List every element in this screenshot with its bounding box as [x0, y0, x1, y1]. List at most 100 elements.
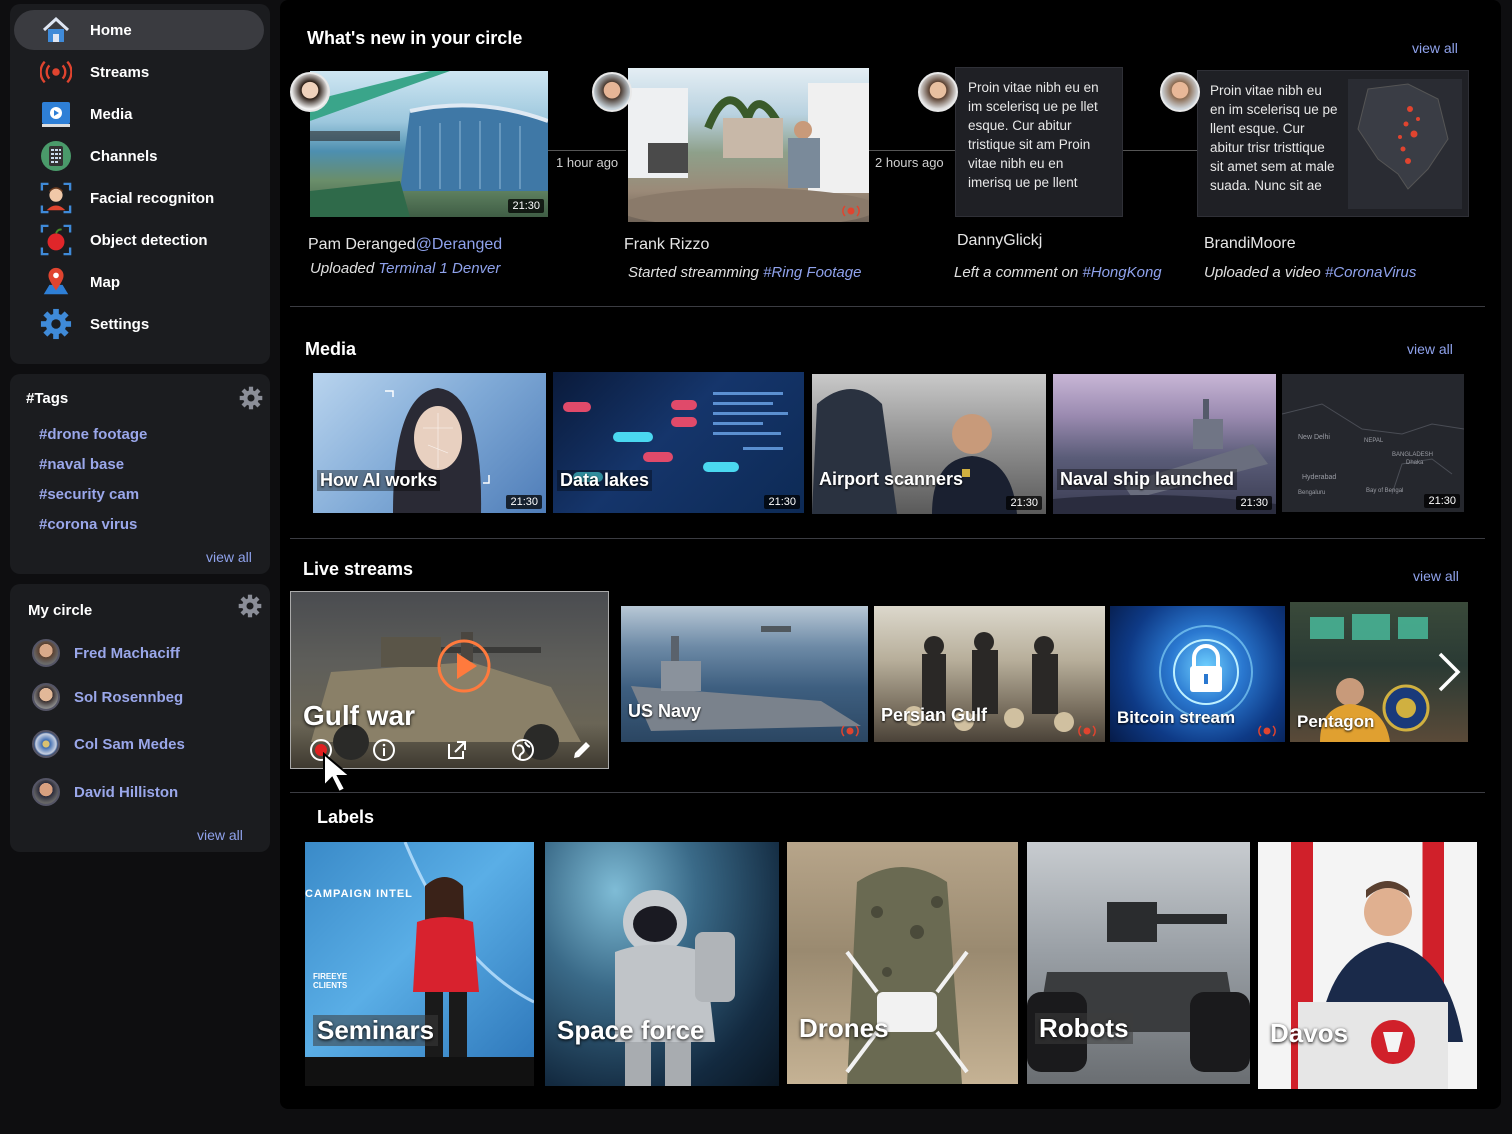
- map-pin-icon: [40, 266, 72, 298]
- nav-label: Map: [90, 273, 120, 291]
- activity-view-all-link[interactable]: view all: [1412, 40, 1458, 56]
- circle-view-all-link[interactable]: view all: [197, 827, 243, 843]
- info-icon[interactable]: [371, 737, 397, 763]
- activity-user-name[interactable]: Frank Rizzo: [624, 236, 709, 254]
- activity-target-link[interactable]: #CoronaVirus: [1325, 264, 1416, 281]
- avatar: [32, 778, 60, 806]
- activity-user-name[interactable]: BrandiMoore: [1204, 235, 1296, 253]
- labels-section-title: Labels: [317, 807, 375, 827]
- activity-description: Started streamming #Ring Footage: [628, 264, 862, 281]
- featured-live-stream[interactable]: Gulf war: [290, 591, 609, 769]
- time-ago: 1 hour ago: [556, 155, 619, 170]
- label-title: Drones: [799, 1013, 889, 1043]
- activity-description: Uploaded a video #CoronaVirus: [1204, 264, 1417, 281]
- video-duration: 21:30: [508, 199, 544, 213]
- activity-thumbnail-ring-footage[interactable]: [628, 68, 869, 222]
- label-card[interactable]: CAMPAIGN INTEL FIREEYE CLIENTS Seminars: [305, 842, 534, 1086]
- live-section-title: Live streams: [303, 559, 414, 579]
- activity-section-title: What's new in your circle: [307, 28, 523, 48]
- activity-description: Uploaded Terminal 1 Denver: [310, 260, 501, 277]
- home-icon: [40, 14, 72, 46]
- tag-link[interactable]: #corona virus: [39, 516, 137, 533]
- avatar[interactable]: [918, 72, 958, 112]
- media-card-map[interactable]: New Delhi NEPAL Hyderabad BANGLADESH Dha…: [1282, 374, 1464, 512]
- label-card[interactable]: Drones: [787, 842, 1018, 1084]
- circle-member[interactable]: Fred Machaciff: [32, 638, 180, 668]
- activity-target-link[interactable]: #Ring Footage: [763, 264, 861, 281]
- nav-streams[interactable]: Streams: [14, 52, 264, 92]
- label-card[interactable]: Davos: [1258, 842, 1477, 1089]
- live-stream-title: US Navy: [628, 701, 702, 721]
- map-thumbnail[interactable]: [1348, 79, 1462, 209]
- map-label: NEPAL: [1364, 438, 1384, 444]
- tag-link[interactable]: #security cam: [39, 486, 139, 503]
- live-stream-title: Pentagon: [1297, 712, 1375, 731]
- gear-icon: [40, 308, 72, 340]
- circle-member[interactable]: David Hilliston: [32, 777, 178, 807]
- activity-user-name[interactable]: DannyGlickj: [957, 232, 1042, 250]
- live-stream-card[interactable]: Bitcoin stream: [1110, 606, 1285, 742]
- nav-channels[interactable]: Channels: [14, 136, 264, 176]
- edit-pencil-icon[interactable]: [569, 737, 595, 763]
- media-title: Naval ship launched: [1057, 469, 1238, 490]
- live-stream-card[interactable]: Persian Gulf: [874, 606, 1105, 742]
- media-card[interactable]: How AI works 21:30: [313, 373, 546, 513]
- avatar[interactable]: [1160, 72, 1200, 112]
- nav-map[interactable]: Map: [14, 262, 264, 302]
- circle-member[interactable]: Sol Rosennbeg: [32, 682, 183, 712]
- avatar[interactable]: [592, 72, 632, 112]
- member-name: Fred Machaciff: [74, 644, 180, 662]
- section-divider: [290, 306, 1485, 307]
- media-card[interactable]: Data lakes 21:30: [553, 372, 804, 513]
- media-card[interactable]: Naval ship launched 21:30: [1053, 374, 1276, 514]
- label-card[interactable]: Space force: [545, 842, 779, 1086]
- tag-link[interactable]: #naval base: [39, 456, 124, 473]
- live-stream-card[interactable]: US Navy: [621, 606, 868, 742]
- tags-title: #Tags: [26, 390, 69, 407]
- media-title: How AI works: [317, 470, 441, 491]
- avatar: [32, 683, 60, 711]
- channels-icon: [40, 140, 72, 172]
- open-external-icon[interactable]: [444, 737, 470, 763]
- map-label: Hyderabad: [1302, 474, 1337, 481]
- play-icon[interactable]: [436, 638, 492, 694]
- nav-settings[interactable]: Settings: [14, 304, 264, 344]
- mouse-cursor-icon: [323, 752, 353, 794]
- live-stream-title: Persian Gulf: [881, 705, 988, 725]
- media-card[interactable]: Airport scanners 21:30: [812, 374, 1046, 514]
- live-view-all-link[interactable]: view all: [1413, 568, 1459, 584]
- globe-icon[interactable]: [510, 737, 536, 763]
- avatar[interactable]: [290, 72, 330, 112]
- tags-settings-gear-icon[interactable]: [239, 386, 263, 410]
- nav-label: Media: [90, 105, 133, 123]
- nav-media[interactable]: Media: [14, 94, 264, 134]
- tag-link[interactable]: #drone footage: [39, 426, 147, 443]
- media-title: Airport scanners: [819, 469, 964, 489]
- nav-object-detection[interactable]: Object detection: [14, 220, 264, 260]
- media-section-title: Media: [305, 339, 357, 359]
- label-card[interactable]: Robots: [1027, 842, 1250, 1084]
- avatar: [32, 730, 60, 758]
- nav-home[interactable]: Home: [14, 10, 264, 50]
- timeline-connector: [548, 150, 626, 151]
- seminar-banner-text: CAMPAIGN INTEL: [305, 888, 413, 900]
- activity-target-link[interactable]: #HongKong: [1082, 264, 1161, 281]
- label-title: Space force: [557, 1015, 705, 1045]
- label-title: Seminars: [313, 1015, 439, 1046]
- broadcast-icon: [40, 56, 72, 88]
- nav-label: Home: [90, 21, 132, 39]
- video-duration: 21:30: [1236, 496, 1272, 510]
- circle-member[interactable]: Col Sam Medes: [32, 729, 185, 759]
- media-view-all-link[interactable]: view all: [1407, 341, 1453, 357]
- activity-user-name[interactable]: Pam Deranged@Deranged: [308, 236, 502, 254]
- member-name: David Hilliston: [74, 783, 179, 801]
- map-label: New Delhi: [1298, 434, 1330, 441]
- tags-view-all-link[interactable]: view all: [206, 549, 252, 565]
- circle-settings-gear-icon[interactable]: [238, 594, 262, 618]
- carousel-next-chevron-right-icon[interactable]: [1428, 652, 1468, 692]
- activity-target-link[interactable]: Terminal 1 Denver: [378, 260, 500, 277]
- main-content: What's new in your circle view all 21:30…: [280, 0, 1501, 1109]
- activity-thumbnail-terminal[interactable]: 21:30: [310, 71, 548, 217]
- nav-facial-recognition[interactable]: Facial recogniton: [14, 178, 264, 218]
- live-indicator-icon: [1078, 725, 1096, 737]
